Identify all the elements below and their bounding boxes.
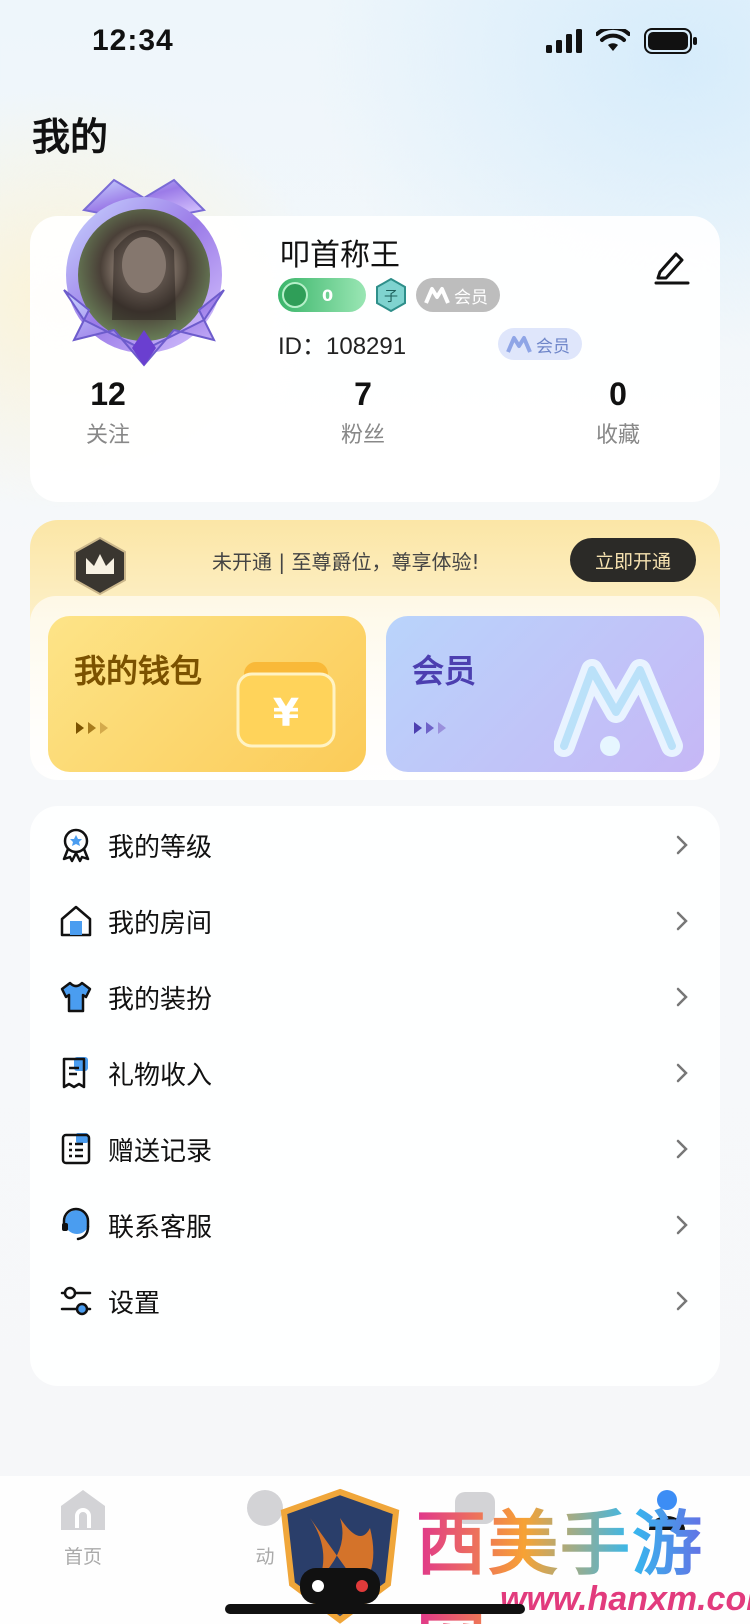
avatar[interactable]: [44, 170, 244, 370]
wifi-icon: [596, 29, 630, 51]
open-vip-button[interactable]: 立即开通: [570, 538, 696, 582]
arrows-icon: [74, 720, 114, 736]
menu-item-level[interactable]: 我的等级: [30, 806, 720, 884]
chevron-right-icon: [676, 911, 688, 931]
wallet-icon: ¥: [236, 662, 336, 748]
rank-badge-icon: 子: [376, 278, 406, 312]
level-coin-icon: [282, 282, 308, 308]
edit-icon: [654, 252, 690, 285]
menu-item-support[interactable]: 联系客服: [30, 1186, 720, 1264]
menu-label: 我的房间: [108, 908, 213, 939]
home-indicator: [225, 1604, 525, 1614]
stat-label: 粉丝: [340, 423, 385, 448]
shirt-icon: [60, 981, 92, 1013]
nickname: 叩首称王: [280, 238, 400, 273]
avatar-frame-icon: [63, 178, 225, 367]
chevron-right-icon: [676, 1291, 688, 1311]
chevron-right-icon: [676, 1139, 688, 1159]
level-value: 0: [322, 285, 334, 305]
arrows-icon: [412, 720, 452, 736]
edit-profile-button[interactable]: [652, 246, 692, 286]
menu-label: 我的等级: [108, 832, 213, 863]
vip-logo-icon: [424, 287, 450, 304]
stat-label: 关注: [85, 423, 130, 448]
wallet-title: 我的钱包: [74, 652, 203, 690]
status-bar: 12:34: [0, 0, 750, 84]
stat-value: 7: [354, 376, 372, 412]
badge-row: 0 子 会员: [278, 278, 500, 312]
battery-icon: [644, 28, 697, 54]
chevron-right-icon: [676, 835, 688, 855]
menu-label: 设置: [108, 1288, 161, 1319]
house-icon: [60, 905, 92, 937]
vip-promo-text: 未开通 | 至尊爵位，尊享体验!: [212, 550, 480, 574]
user-id: ID：108291: [278, 333, 407, 360]
menu-label: 赠送记录: [108, 1136, 213, 1167]
badge-icon: [62, 828, 90, 863]
menu-list: 我的等级 我的房间 我的装扮 礼物收入 赠送记录 联系客服 设置: [30, 806, 720, 1386]
home-icon: [61, 1490, 105, 1530]
level-badge: 0: [278, 278, 366, 312]
vip-chip-label: 会员: [536, 336, 570, 357]
stat-fans[interactable]: 7 粉丝: [303, 376, 423, 449]
member-title: 会员: [412, 652, 477, 690]
page-title: 我的: [32, 115, 109, 159]
vip-banner: 未开通 | 至尊爵位，尊享体验! 立即开通 我的钱包 ¥ 会员: [30, 520, 720, 780]
tab-label: 首页: [63, 1546, 102, 1568]
stat-value: 12: [90, 376, 126, 412]
list-icon: [61, 1133, 91, 1165]
member-card[interactable]: 会员: [386, 616, 704, 772]
quick-cards: 我的钱包 ¥ 会员: [30, 596, 720, 780]
menu-item-send-record[interactable]: 赠送记录: [30, 1110, 720, 1188]
chevron-right-icon: [676, 1063, 688, 1083]
stat-following[interactable]: 12 关注: [48, 376, 168, 449]
vip-logo-icon: [506, 336, 532, 353]
crown-icon: [74, 536, 126, 596]
menu-label: 礼物收入: [108, 1060, 213, 1091]
watermark-url: www.hanxm.com: [500, 1580, 750, 1618]
menu-label: 我的装扮: [108, 984, 213, 1015]
menu-item-outfit[interactable]: 我的装扮: [30, 958, 720, 1036]
chevron-right-icon: [676, 987, 688, 1007]
member-logo-icon: [554, 659, 683, 757]
vip-badge: 会员: [416, 278, 500, 312]
status-icons: [546, 28, 698, 54]
receipt-icon: [62, 1057, 88, 1089]
vip-chip: 会员: [498, 328, 582, 360]
profile-card: 叩首称王 0 子 会员 ID：108291 会员 12 关注 7 粉丝 0 收藏: [30, 178, 720, 502]
stat-favorites[interactable]: 0 收藏: [558, 376, 678, 449]
menu-label: 联系客服: [108, 1212, 213, 1243]
status-time: 12:34: [92, 24, 174, 57]
tab-home[interactable]: 首页: [28, 1486, 138, 1569]
headset-icon: [62, 1207, 90, 1241]
stat-value: 0: [609, 376, 627, 412]
svg-text:子: 子: [384, 289, 398, 305]
menu-item-settings[interactable]: 设置: [30, 1262, 720, 1340]
menu-item-gift-income[interactable]: 礼物收入: [30, 1034, 720, 1112]
chevron-right-icon: [676, 1215, 688, 1235]
svg-text:¥: ¥: [273, 691, 299, 735]
vip-badge-label: 会员: [454, 287, 488, 308]
menu-item-room[interactable]: 我的房间: [30, 882, 720, 960]
settings-icon: [60, 1286, 92, 1316]
stat-label: 收藏: [595, 423, 640, 448]
wallet-card[interactable]: 我的钱包 ¥: [48, 616, 366, 772]
signal-icon: [546, 29, 582, 53]
